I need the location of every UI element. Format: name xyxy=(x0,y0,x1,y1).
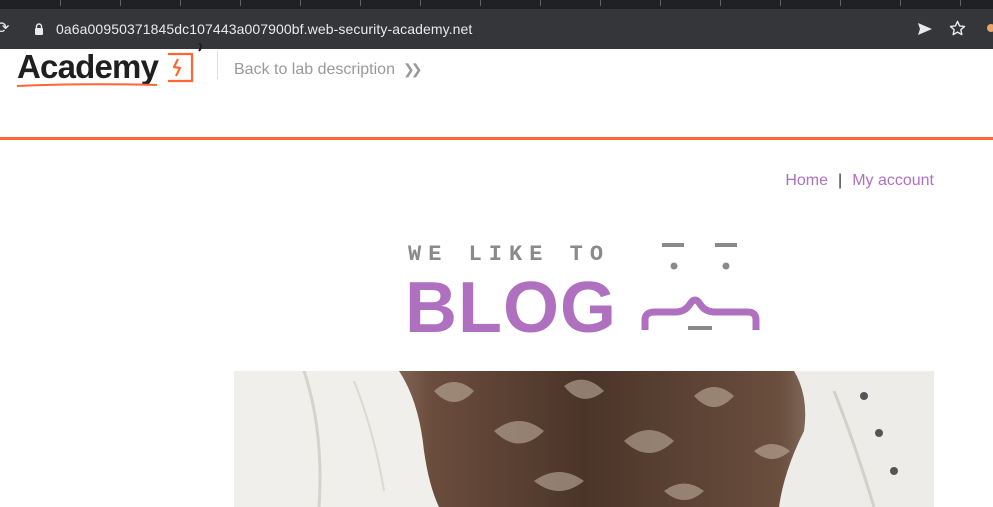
send-icon[interactable] xyxy=(916,20,934,38)
nav-my-account-link[interactable]: My account xyxy=(852,172,934,189)
logo-bracket-icon xyxy=(168,52,194,83)
logo-mark xyxy=(198,43,202,52)
double-chevron-right-icon: ❯❯ xyxy=(402,61,423,77)
header-rule xyxy=(0,137,993,140)
tab-strip xyxy=(0,0,993,9)
header-divider xyxy=(217,50,218,79)
post-hero-image[interactable] xyxy=(234,371,934,507)
face-icon xyxy=(641,243,760,330)
logo-text: Academy xyxy=(17,48,159,85)
nav-separator: | xyxy=(838,172,843,189)
banner-tagline: WE LIKE TO xyxy=(408,242,610,267)
logo-underline xyxy=(17,83,158,87)
banner-title: BLOG xyxy=(405,268,617,338)
extension-area xyxy=(984,9,993,49)
back-link-label: Back to lab description xyxy=(234,61,395,78)
reload-icon[interactable]: ⟳ xyxy=(0,19,9,39)
url-text[interactable]: 0a6a00950371845dc107443a007900bf.web-sec… xyxy=(56,20,472,38)
blog-nav: Home | My account xyxy=(785,171,934,191)
star-icon[interactable] xyxy=(948,19,967,38)
blog-banner: WE LIKE TO BLOG xyxy=(405,242,760,338)
address-bar[interactable]: ⟳ 0a6a00950371845dc107443a007900bf.web-s… xyxy=(0,9,993,49)
extension-icon[interactable] xyxy=(987,24,993,32)
nav-home-link[interactable]: Home xyxy=(785,172,828,189)
back-to-lab-link[interactable]: Back to lab description ❯❯ xyxy=(234,59,423,80)
lab-header: Academy Back to lab description ❯❯ xyxy=(0,43,993,138)
lock-icon[interactable] xyxy=(33,23,45,35)
